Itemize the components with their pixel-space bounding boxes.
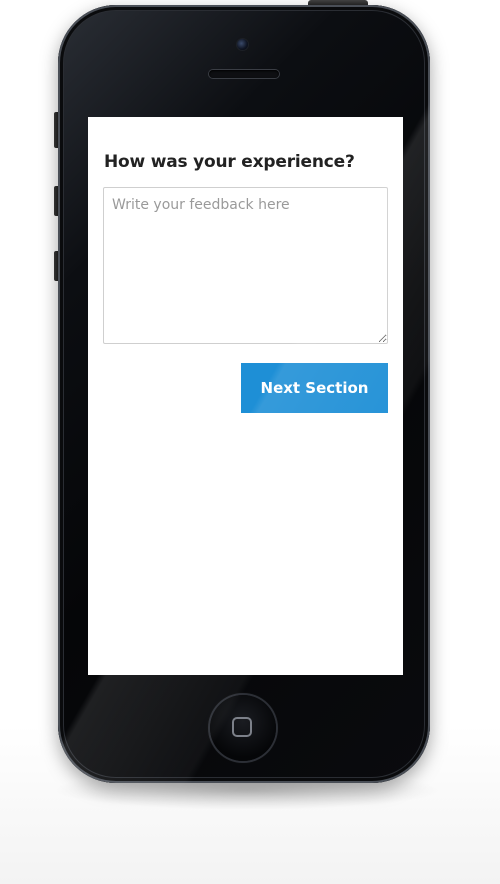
home-button	[210, 695, 276, 761]
phone-device: How was your experience? Next Section	[58, 5, 430, 783]
feedback-textarea[interactable]	[103, 187, 388, 344]
front-camera-icon	[237, 39, 248, 50]
home-button-icon	[232, 717, 252, 737]
earpiece-speaker-icon	[209, 70, 279, 78]
mockup-stage: How was your experience? Next Section	[0, 0, 500, 884]
feedback-question: How was your experience?	[104, 152, 355, 172]
phone-screen: How was your experience? Next Section	[88, 117, 403, 675]
next-section-button[interactable]: Next Section	[241, 363, 388, 413]
